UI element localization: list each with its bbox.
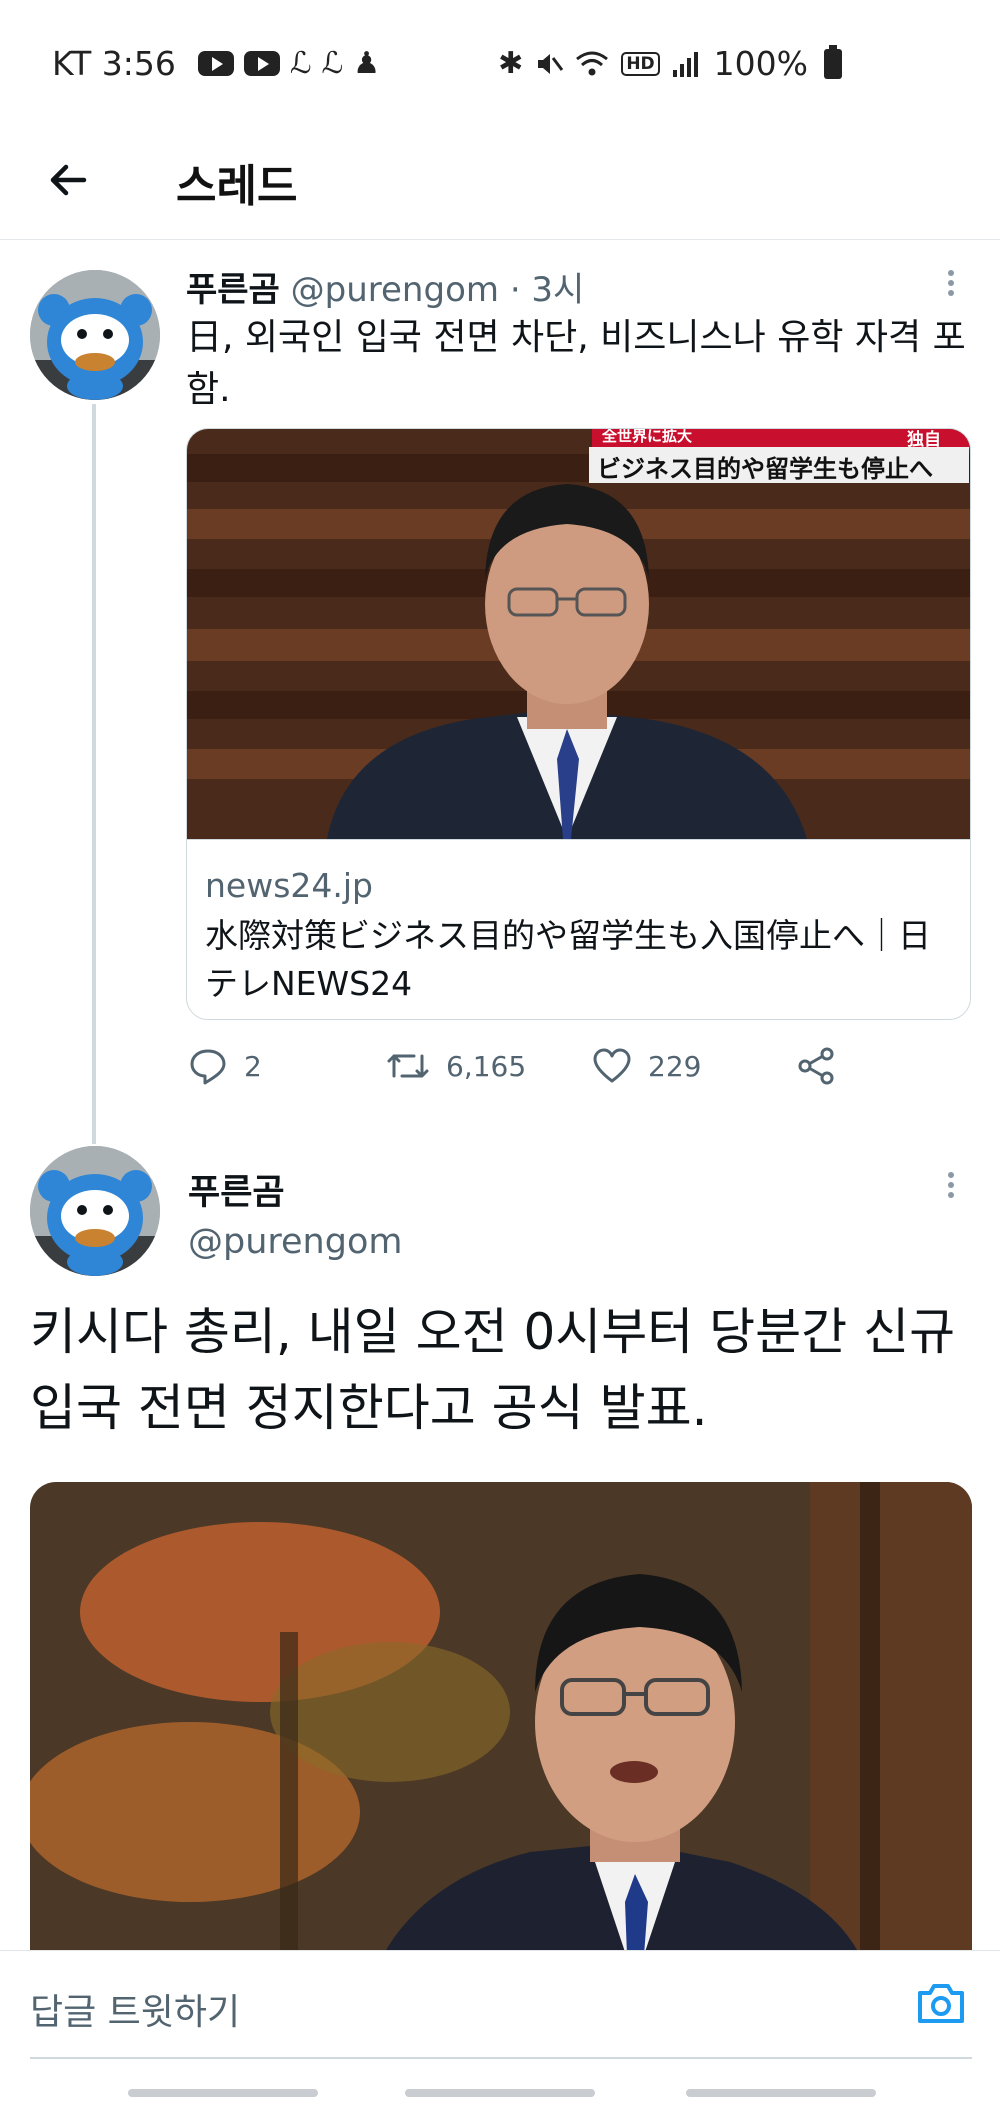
share-icon [798, 1047, 834, 1085]
bear-avatar-image [30, 270, 160, 400]
like-count: 229 [648, 1049, 702, 1083]
card-body: news24.jp 水際対策ビジネス目的や留学生も入国停止へ｜日テレNEWS24 [187, 839, 970, 1019]
reply-button[interactable]: 2 [188, 1046, 262, 1086]
nav-gesture-bar[interactable] [128, 2089, 318, 2097]
author-name[interactable]: 푸른곰 [186, 270, 280, 310]
card-domain: news24.jp [205, 866, 373, 905]
caption-top: 全世界に拡大 [602, 429, 693, 445]
battery-percent: 100% [713, 44, 808, 83]
tweet-actions: 2 6,165 229 [186, 1046, 866, 1096]
figure-icon: ♟ [353, 46, 380, 81]
thread-screen: KT 3:56 ℒ ℒ ♟ ✱ HD 100% 스레드 푸른곰 @purengo… [0, 0, 1000, 2111]
like-button[interactable]: 229 [592, 1046, 701, 1086]
youtube-icon [243, 51, 280, 76]
more-options-icon[interactable] [946, 1168, 956, 1208]
status-right: ✱ HD 100% [498, 44, 842, 83]
app-icon: ℒ [321, 46, 344, 81]
thread-connector-line [92, 404, 96, 1144]
status-bar: KT 3:56 ℒ ℒ ♟ ✱ HD 100% [0, 0, 1000, 128]
top-app-bar: 스레드 [0, 128, 1000, 240]
link-card[interactable]: 全世界に拡大 独自 ビジネス目的や留学生も停止へ news24.jp 水際対策ビ… [186, 428, 971, 1020]
signal-icon [672, 51, 698, 77]
more-options-icon[interactable] [946, 266, 956, 306]
retweet-count: 6,165 [446, 1049, 527, 1083]
reply-input[interactable]: 답글 트윗하기 [30, 1951, 972, 2059]
carrier-time: KT 3:56 [52, 44, 176, 83]
bluetooth-icon: ✱ [498, 46, 524, 81]
reply-placeholder: 답글 트윗하기 [30, 1992, 241, 2033]
caption-tag: 独自 [907, 430, 941, 450]
notification-icons: ℒ ℒ ♟ [197, 46, 380, 81]
tweet-header: 푸른곰 @purengom · 3시 [186, 262, 584, 311]
nav-gesture-bar[interactable] [405, 2089, 595, 2097]
mute-icon [538, 53, 564, 74]
avatar[interactable] [30, 270, 160, 400]
reply-composer-bar: 답글 트윗하기 [0, 1950, 1000, 2111]
share-button[interactable] [796, 1046, 836, 1086]
back-arrow-icon[interactable] [44, 156, 92, 204]
reply-count: 2 [244, 1049, 262, 1083]
press-photo [187, 429, 970, 839]
retweet-icon [387, 1054, 429, 1078]
card-title: 水際対策ビジネス目的や留学生も入国停止へ｜日テレNEWS24 [205, 916, 931, 1003]
page-title: 스레드 [176, 161, 298, 212]
avatar[interactable] [30, 1146, 160, 1276]
battery-icon [824, 44, 842, 79]
wifi-icon [576, 51, 609, 75]
press-photo [30, 1482, 972, 1982]
hd-icon: HD [621, 51, 660, 76]
camera-icon[interactable] [914, 1977, 968, 2031]
retweet-button[interactable]: 6,165 [386, 1046, 526, 1086]
tweet-photo[interactable] [30, 1482, 972, 1982]
youtube-icon [197, 51, 234, 76]
reply-icon [190, 1049, 226, 1085]
author-handle[interactable]: @purengom [188, 1222, 402, 1262]
author-name[interactable]: 푸른곰 [188, 1164, 285, 1215]
bear-avatar-image [30, 1146, 160, 1276]
app-icon: ℒ [289, 46, 312, 81]
card-image: 全世界に拡大 独自 ビジネス目的や留学生も停止へ [187, 429, 970, 839]
tweet-text: 키시다 총리, 내일 오전 0시부터 당분간 신규 입국 전면 정지한다고 공식… [30, 1303, 956, 1437]
heart-icon [593, 1048, 631, 1083]
author-handle[interactable]: @purengom [291, 270, 499, 310]
status-left: KT 3:56 ℒ ℒ ♟ [52, 44, 380, 83]
caption-text: ビジネス目的や留学生も停止へ [597, 455, 933, 483]
nav-gesture-bar[interactable] [686, 2089, 876, 2097]
tweet-time[interactable]: · 3시 [510, 270, 585, 310]
tweet-text: 日, 외국인 입국 전면 차단, 비즈니스나 유학 자격 포함. [186, 317, 966, 410]
